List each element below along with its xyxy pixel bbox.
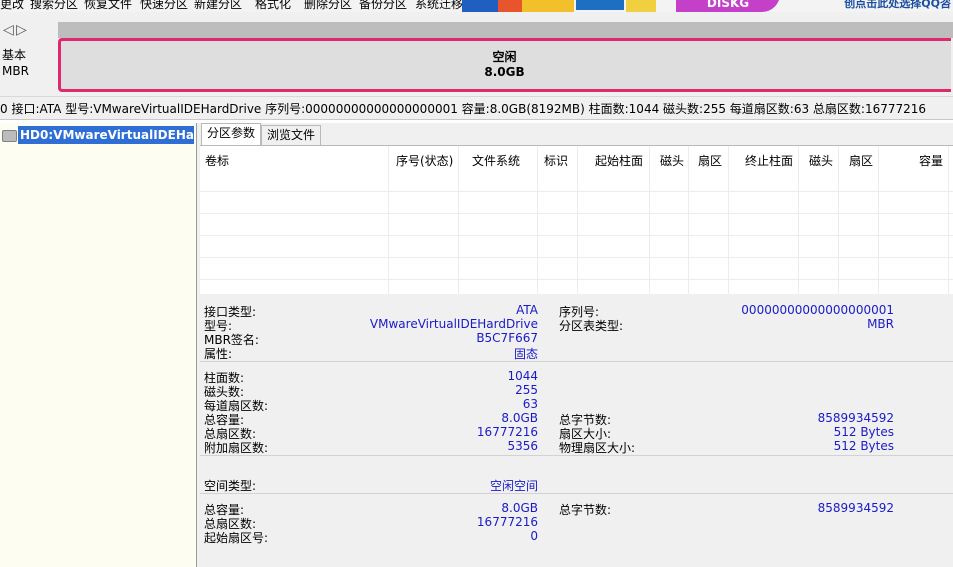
tab-partition-params[interactable]: 分区参数 <box>201 123 262 146</box>
cylinders-value: 1044 <box>507 369 538 383</box>
disk-scheme-label: MBR <box>2 64 29 78</box>
hard-disk-icon <box>2 130 17 142</box>
banner-graphic <box>626 0 656 12</box>
banner-disk-logo: DISKG <box>676 0 780 12</box>
column-divider <box>878 146 879 294</box>
menu-item[interactable]: 搜索分区 <box>30 0 78 12</box>
column-header[interactable]: 磁头 <box>660 152 684 169</box>
free-bytes-label: 总字节数: <box>559 503 612 517</box>
interface-value: ATA <box>516 303 538 317</box>
tree-item-hd0[interactable]: HD0:VMwareVirtualIDEHardDrive <box>18 126 194 144</box>
column-divider <box>798 146 799 294</box>
partition-table-type-value: MBR <box>867 317 894 331</box>
disk-tree: HD0:VMwareVirtualIDEHardDrive <box>0 123 197 567</box>
free-space-label: 空闲 <box>492 50 517 64</box>
column-divider <box>577 146 578 294</box>
banner-graphic <box>576 0 624 10</box>
heads-value: 255 <box>515 383 538 397</box>
menu-item[interactable]: 恢复文件 <box>84 0 132 12</box>
column-header[interactable]: 卷标 <box>205 152 229 169</box>
column-header[interactable]: 标识 <box>544 152 568 169</box>
sector-size-value: 512 Bytes <box>833 425 894 439</box>
total-sectors-value: 16777216 <box>476 425 538 439</box>
column-header[interactable]: 容量 <box>919 152 943 169</box>
menu-item[interactable]: 更改 <box>0 0 24 12</box>
total-bytes-value: 8589934592 <box>817 411 894 425</box>
disk-kind-label: 基本 <box>2 48 27 62</box>
space-type-value: 空闲空间 <box>489 479 538 493</box>
menu-item[interactable]: 快速分区 <box>140 0 188 12</box>
column-header[interactable]: 起始柱面 <box>595 152 643 169</box>
details-pane: 分区参数 浏览文件 卷标 序号(状态) 文件系统 标识 起始柱面 磁头 扇区 终… <box>197 123 953 567</box>
column-divider <box>388 146 389 294</box>
row-divider <box>200 213 953 214</box>
chevron-right-icon[interactable]: ▷ <box>16 22 27 38</box>
qq-consult-link[interactable]: 创点击此处选择QQ咨 <box>844 0 951 11</box>
column-divider <box>649 146 650 294</box>
column-divider <box>728 146 729 294</box>
serial-value: 00000000000000000001 <box>741 303 894 317</box>
physical-sector-size-value: 512 Bytes <box>833 439 894 453</box>
free-bytes-value: 8589934592 <box>817 501 894 515</box>
extra-sectors-label: 附加扇区数: <box>204 441 269 455</box>
chevron-left-icon[interactable]: ◁ <box>3 22 14 38</box>
disk-info-bar: 0 接口:ATA 型号:VMwareVirtualIDEHardDrive 序列… <box>0 96 953 120</box>
section-divider <box>200 361 953 362</box>
column-divider <box>688 146 689 294</box>
column-header[interactable]: 扇区 <box>849 152 873 169</box>
column-header[interactable]: 磁头 <box>809 152 833 169</box>
disk-map-strip <box>58 22 953 38</box>
model-value: VMwareVirtualIDEHardDrive <box>369 317 538 331</box>
column-divider <box>537 146 538 294</box>
partition-table: 卷标 序号(状态) 文件系统 标识 起始柱面 磁头 扇区 终止柱面 磁头 扇区 … <box>200 145 953 294</box>
column-divider <box>838 146 839 294</box>
column-divider <box>458 146 459 294</box>
row-divider <box>200 191 953 192</box>
start-sector-value: 0 <box>530 529 538 543</box>
column-header[interactable]: 终止柱面 <box>745 152 793 169</box>
menu-bar: 更改 搜索分区 恢复文件 快速分区 新建分区 格式化 删除分区 备份分区 系统迁… <box>0 0 953 12</box>
free-sectors-value: 16777216 <box>476 515 538 529</box>
row-divider <box>200 257 953 258</box>
mbr-signature-value: B5C7F667 <box>476 331 538 345</box>
space-type-label: 空间类型: <box>204 479 257 493</box>
column-header[interactable]: 扇区 <box>698 152 722 169</box>
row-divider <box>200 235 953 236</box>
column-header[interactable]: 文件系统 <box>472 152 520 169</box>
row-divider <box>200 279 953 280</box>
extra-sectors-value: 5356 <box>507 439 538 453</box>
disk-info-text: 0 接口:ATA 型号:VMwareVirtualIDEHardDrive 序列… <box>0 102 927 116</box>
menu-item[interactable]: 备份分区 <box>359 0 407 12</box>
sectors-per-track-value: 63 <box>522 397 538 411</box>
physical-sector-size-label: 物理扇区大小: <box>559 441 636 455</box>
attribute-value: 固态 <box>513 347 538 361</box>
partition-table-type-label: 分区表类型: <box>559 319 624 333</box>
menu-item[interactable]: 新建分区 <box>194 0 242 12</box>
menu-item[interactable]: 格式化 <box>255 0 291 12</box>
menu-item[interactable]: 删除分区 <box>304 0 352 12</box>
start-sector-label: 起始扇区号: <box>204 531 269 545</box>
attribute-label: 属性: <box>204 347 233 361</box>
tab-bar: 分区参数 浏览文件 <box>197 123 953 146</box>
free-capacity-value: 8.0GB <box>501 501 538 515</box>
banner-logo <box>462 0 574 12</box>
tab-browse-files[interactable]: 浏览文件 <box>261 125 322 145</box>
menu-item[interactable]: 系统迁移 <box>415 0 463 12</box>
free-space-size: 8.0GB <box>484 65 525 79</box>
column-divider <box>948 146 949 294</box>
total-capacity-value: 8.0GB <box>501 411 538 425</box>
section-divider <box>200 493 953 494</box>
section-divider <box>200 455 953 456</box>
column-header[interactable]: 序号(状态) <box>396 152 453 169</box>
